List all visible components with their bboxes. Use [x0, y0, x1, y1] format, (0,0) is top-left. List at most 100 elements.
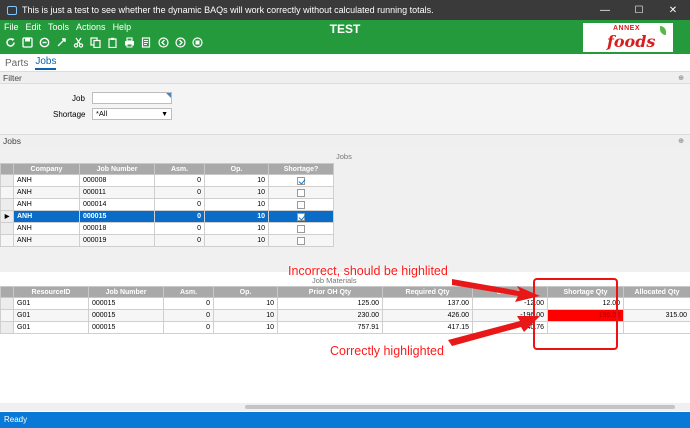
save-icon[interactable]: [21, 36, 34, 49]
cell-prior[interactable]: 757.91: [277, 321, 383, 334]
column-header[interactable]: Shortage?: [268, 163, 334, 175]
shortage-checkbox[interactable]: [297, 224, 305, 233]
cell-job[interactable]: 000015: [88, 309, 164, 322]
shortage-checkbox[interactable]: [297, 212, 305, 221]
column-header[interactable]: Job Number: [79, 163, 155, 175]
jobs-row[interactable]: ANH 000018 0 10: [0, 222, 334, 235]
cell-prior[interactable]: 125.00: [277, 297, 383, 310]
minimize-button[interactable]: —: [588, 5, 622, 16]
cut-icon[interactable]: [72, 36, 85, 49]
menu-help[interactable]: Help: [113, 22, 132, 32]
close-button[interactable]: ✕: [656, 5, 690, 16]
cell-shortage[interactable]: [268, 186, 334, 199]
row-selector[interactable]: [0, 222, 14, 235]
menu-edit[interactable]: Edit: [26, 22, 42, 32]
cell-asm[interactable]: 0: [163, 309, 214, 322]
menu-tools[interactable]: Tools: [48, 22, 69, 32]
column-header[interactable]: Required Qty: [382, 286, 473, 298]
cell-job[interactable]: 000015: [79, 210, 155, 223]
cell-company[interactable]: ANH: [13, 210, 80, 223]
cell-op[interactable]: 10: [204, 198, 269, 211]
cell-shortage[interactable]: [268, 198, 334, 211]
cell-company[interactable]: ANH: [13, 186, 80, 199]
cell-asm[interactable]: 0: [163, 297, 214, 310]
cell-company[interactable]: ANH: [13, 198, 80, 211]
row-selector[interactable]: [0, 297, 14, 310]
cell-company[interactable]: ANH: [13, 234, 80, 247]
jobs-row[interactable]: ▶ ANH 000015 0 10: [0, 210, 334, 223]
cell-required[interactable]: 426.00: [382, 309, 473, 322]
scrollbar-thumb[interactable]: [245, 405, 675, 409]
cell-shortage[interactable]: [268, 210, 334, 223]
row-selector[interactable]: [0, 174, 14, 187]
cell-asm[interactable]: 0: [154, 222, 205, 235]
clear-icon[interactable]: [38, 36, 51, 49]
cell-op[interactable]: 10: [213, 309, 278, 322]
cell-allocated[interactable]: [623, 321, 690, 334]
jobs-row[interactable]: ANH 000014 0 10: [0, 198, 334, 211]
cell-op[interactable]: 10: [213, 321, 278, 334]
cell-company[interactable]: ANH: [13, 222, 80, 235]
cell-asm[interactable]: 0: [163, 321, 214, 334]
refresh-icon[interactable]: [4, 36, 17, 49]
current-row-icon[interactable]: ▶: [0, 210, 14, 223]
cell-asm[interactable]: 0: [154, 186, 205, 199]
column-header[interactable]: Op.: [204, 163, 269, 175]
column-header[interactable]: Asm.: [163, 286, 214, 298]
paste-icon[interactable]: [106, 36, 119, 49]
row-selector[interactable]: [0, 198, 14, 211]
column-header[interactable]: Asm.: [154, 163, 205, 175]
row-selector[interactable]: [0, 186, 14, 199]
delete-icon[interactable]: [55, 36, 68, 49]
horizontal-scrollbar[interactable]: [0, 403, 690, 411]
shortage-checkbox[interactable]: [297, 176, 305, 185]
cell-resource[interactable]: G01: [13, 297, 89, 310]
row-selector[interactable]: [0, 309, 14, 322]
cell-op[interactable]: 10: [204, 222, 269, 235]
cell-required[interactable]: 137.00: [382, 297, 473, 310]
column-header[interactable]: Company: [13, 163, 80, 175]
cell-company[interactable]: ANH: [13, 174, 80, 187]
cell-job[interactable]: 000015: [88, 297, 164, 310]
column-header[interactable]: Allocated Qty: [623, 286, 690, 298]
cell-job[interactable]: 000014: [79, 198, 155, 211]
tab-jobs[interactable]: Jobs: [35, 56, 57, 70]
tab-parts[interactable]: Parts: [5, 58, 28, 70]
shortage-select[interactable]: *All ▼: [92, 108, 172, 120]
cell-resource[interactable]: G01: [13, 321, 89, 334]
stop-icon[interactable]: [191, 36, 204, 49]
cell-shortage[interactable]: [268, 174, 334, 187]
shortage-checkbox[interactable]: [297, 236, 305, 245]
job-input[interactable]: [92, 92, 172, 104]
cell-asm[interactable]: 0: [154, 198, 205, 211]
cell-resource[interactable]: G01: [13, 309, 89, 322]
menu-actions[interactable]: Actions: [76, 22, 106, 32]
print-preview-icon[interactable]: [140, 36, 153, 49]
cell-job[interactable]: 000015: [88, 321, 164, 334]
jobs-row[interactable]: ANH 000019 0 10: [0, 234, 334, 247]
row-selector[interactable]: [0, 321, 14, 334]
maximize-button[interactable]: ☐: [622, 5, 656, 16]
cell-job[interactable]: 000018: [79, 222, 155, 235]
cell-op[interactable]: 10: [204, 234, 269, 247]
cell-job[interactable]: 000019: [79, 234, 155, 247]
column-header[interactable]: Prior OH Qty: [277, 286, 383, 298]
cell-op[interactable]: 10: [204, 174, 269, 187]
cell-shortage[interactable]: [268, 222, 334, 235]
cell-job[interactable]: 000011: [79, 186, 155, 199]
jobs-row[interactable]: ANH 000011 0 10: [0, 186, 334, 199]
filter-panel-header[interactable]: Filter ⊕: [0, 71, 690, 84]
copy-icon[interactable]: [89, 36, 102, 49]
print-icon[interactable]: [123, 36, 136, 49]
column-header[interactable]: ResourceID: [13, 286, 89, 298]
cell-op[interactable]: 10: [204, 210, 269, 223]
cell-prior[interactable]: 230.00: [277, 309, 383, 322]
shortage-checkbox[interactable]: [297, 200, 305, 209]
row-selector[interactable]: [0, 234, 14, 247]
cell-allocated[interactable]: 315.00: [623, 309, 690, 322]
menu-file[interactable]: File: [4, 22, 19, 32]
cell-job[interactable]: 000008: [79, 174, 155, 187]
cell-op[interactable]: 10: [213, 297, 278, 310]
jobs-row[interactable]: ANH 000008 0 10: [0, 174, 334, 187]
cell-op[interactable]: 10: [204, 186, 269, 199]
